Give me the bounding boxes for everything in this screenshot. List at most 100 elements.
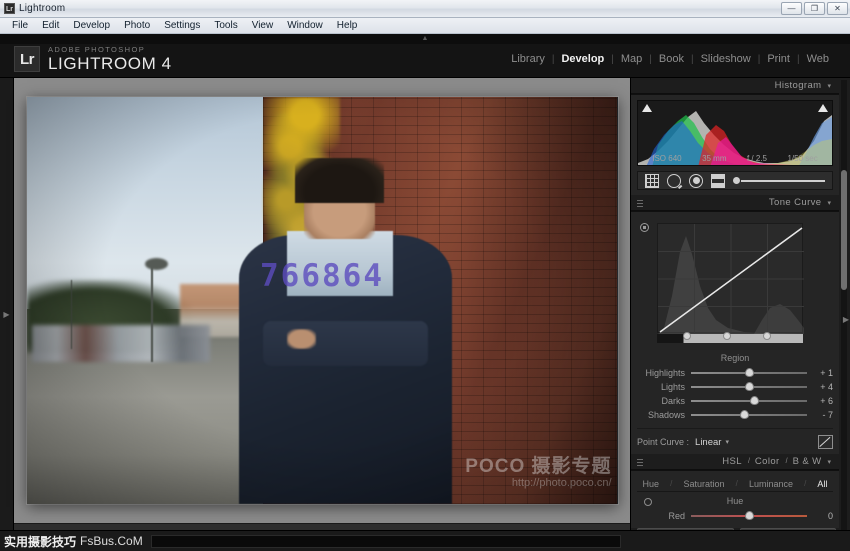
split-handle-shadows[interactable]	[683, 332, 691, 340]
module-book[interactable]: Book	[652, 52, 691, 66]
tone-curve-graph[interactable]	[657, 223, 803, 333]
window-controls: — ❐ ✕	[781, 2, 848, 15]
menubar: File Edit Develop Photo Settings Tools V…	[0, 18, 850, 34]
slider-red-hue[interactable]: Red 0	[637, 509, 833, 522]
histogram-panel-header[interactable]: Histogram ▾	[631, 78, 839, 94]
slider-label-shadows: Shadows	[637, 410, 691, 420]
slider-knob-shadows[interactable]	[740, 410, 749, 419]
tab-hue[interactable]: Hue	[643, 479, 660, 489]
tab-saturation[interactable]: Saturation	[683, 479, 724, 489]
hsl-panel-body: Hue / Saturation / Luminance / All Hue	[631, 470, 839, 528]
hsl-title[interactable]: HSL	[722, 456, 742, 467]
minimize-button[interactable]: —	[781, 2, 802, 15]
watermark-poco: POCO 摄影专题 http://photo.poco.cn/	[465, 456, 611, 490]
module-slideshow[interactable]: Slideshow	[694, 52, 758, 66]
module-print[interactable]: Print	[760, 52, 797, 66]
hsl-panel-header[interactable]: HSL / Color / B & W ▾	[631, 454, 839, 470]
tone-curve-panel-header[interactable]: Tone Curve ▾	[631, 195, 839, 211]
slider-track-highlights[interactable]	[691, 366, 807, 379]
slider-lights[interactable]: Lights + 4	[637, 380, 833, 393]
adjustment-brush-icon[interactable]	[733, 177, 740, 184]
edit-point-curve-icon[interactable]	[818, 435, 833, 449]
module-library[interactable]: Library	[504, 52, 552, 66]
right-panel: Histogram ▾	[630, 78, 850, 551]
module-picker: Library | Develop | Map | Book | Slidesh…	[504, 52, 836, 66]
expand-right-panel-icon[interactable]: ▶	[843, 315, 849, 324]
shadow-clipping-icon[interactable]	[642, 104, 652, 112]
bw-title[interactable]: B & W	[793, 456, 822, 467]
chevron-down-icon[interactable]: ▾	[827, 199, 831, 207]
chevron-down-icon[interactable]: ▾	[725, 438, 729, 446]
menu-help[interactable]: Help	[330, 18, 365, 33]
left-panel-collapsed[interactable]: ▶	[0, 78, 14, 551]
menu-view[interactable]: View	[245, 18, 281, 33]
targeted-adjustment-icon[interactable]	[640, 223, 649, 232]
color-title[interactable]: Color	[755, 456, 780, 467]
highlight-clipping-icon[interactable]	[818, 104, 828, 112]
slider-value-lights: + 4	[807, 382, 833, 392]
exif-iso: ISO 640	[652, 154, 681, 163]
chevron-down-icon[interactable]: ▾	[827, 458, 831, 466]
point-curve-row: Point Curve : Linear ▾	[637, 428, 833, 449]
brand-title: LIGHTROOM 4	[48, 54, 172, 73]
photo-stage[interactable]: 766864 POCO 摄影专题 http://photo.poco.cn/	[14, 78, 630, 523]
menu-develop[interactable]: Develop	[66, 18, 117, 33]
point-curve-value[interactable]: Linear	[695, 437, 721, 448]
tab-all[interactable]: All	[817, 479, 827, 489]
chevron-down-icon[interactable]: ▾	[827, 82, 831, 90]
histogram-chart[interactable]: ISO 640 35 mm f / 2.5 1/50 sec	[637, 100, 833, 166]
spot-removal-icon[interactable]	[667, 174, 681, 188]
menu-settings[interactable]: Settings	[157, 18, 207, 33]
preview-image[interactable]: 766864 POCO 摄影专题 http://photo.poco.cn/	[27, 97, 618, 504]
brush-size-track[interactable]	[741, 180, 825, 182]
exif-shutter-speed: 1/50 sec	[787, 154, 817, 163]
menu-photo[interactable]: Photo	[117, 18, 157, 33]
identity-plate[interactable]: Lr ADOBE PHOTOSHOP LIGHTROOM 4	[14, 45, 172, 73]
split-handle-highlights[interactable]	[763, 332, 771, 340]
slider-track-shadows[interactable]	[691, 408, 807, 421]
module-map[interactable]: Map	[614, 52, 649, 66]
histogram-panel-body: ISO 640 35 mm f / 2.5 1/50 sec	[631, 94, 839, 195]
menu-edit[interactable]: Edit	[35, 18, 66, 33]
menu-tools[interactable]: Tools	[207, 18, 244, 33]
graduated-filter-icon[interactable]	[711, 174, 725, 188]
expand-left-panel-icon[interactable]: ▶	[3, 310, 9, 319]
statusbar-field	[151, 535, 621, 548]
slider-highlights[interactable]: Highlights + 1	[637, 366, 833, 379]
slider-knob-highlights[interactable]	[745, 368, 754, 377]
menu-file[interactable]: File	[5, 18, 35, 33]
adjustment-brush-slider[interactable]	[733, 177, 825, 184]
red-eye-correction-icon[interactable]	[689, 174, 703, 188]
crop-overlay-icon[interactable]	[645, 174, 659, 188]
slider-knob-darks[interactable]	[750, 396, 759, 405]
window-titlebar[interactable]: Lr Lightroom — ❐ ✕	[0, 0, 850, 18]
collapse-up-icon[interactable]: ▲	[422, 35, 429, 43]
module-develop[interactable]: Develop	[554, 52, 611, 66]
targeted-adjustment-icon[interactable]	[644, 498, 652, 506]
panel-enable-switch-icon[interactable]	[637, 199, 643, 207]
tone-curve-region-splits[interactable]	[657, 334, 803, 343]
slider-value-red: 0	[807, 511, 833, 521]
slider-track-darks[interactable]	[691, 394, 807, 407]
slider-knob-lights[interactable]	[745, 382, 754, 391]
tab-separator: /	[804, 479, 806, 488]
split-handle-midtones[interactable]	[723, 332, 731, 340]
slider-track-lights[interactable]	[691, 380, 807, 393]
watermark-poco-url: http://photo.poco.cn/	[465, 477, 611, 490]
menu-window[interactable]: Window	[280, 18, 330, 33]
tone-curve-svg	[658, 224, 804, 334]
module-web[interactable]: Web	[800, 52, 836, 66]
tab-luminance[interactable]: Luminance	[749, 479, 793, 489]
filmstrip-collapse-bar[interactable]: ▲	[0, 34, 850, 44]
slider-darks[interactable]: Darks + 6	[637, 394, 833, 407]
scrollbar-thumb[interactable]	[841, 170, 847, 290]
slider-shadows[interactable]: Shadows - 7	[637, 408, 833, 421]
brand-subtitle: ADOBE PHOTOSHOP	[48, 45, 172, 54]
close-button[interactable]: ✕	[827, 2, 848, 15]
tone-curve-area	[637, 217, 833, 347]
maximize-button[interactable]: ❐	[804, 2, 825, 15]
panel-enable-switch-icon[interactable]	[637, 458, 643, 466]
slider-track-red[interactable]	[691, 509, 807, 522]
slider-label-red: Red	[637, 511, 691, 521]
slider-knob-red[interactable]	[745, 511, 754, 520]
